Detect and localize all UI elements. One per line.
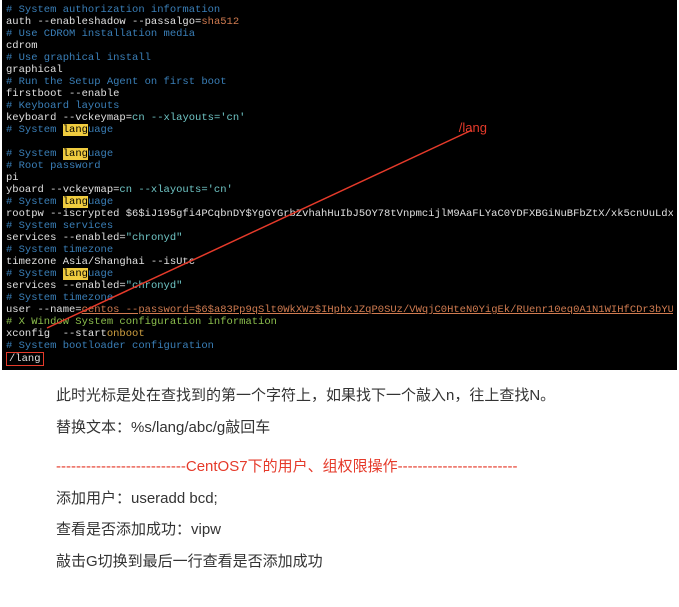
- line-17a: # System: [6, 196, 63, 208]
- terminal-screenshot: # System authorization information auth …: [2, 0, 677, 370]
- line-24b: "chronyd": [126, 280, 183, 292]
- para-1-text: 此时光标是处在查找到的第一个字符上，如果找下一个敲入n，往上查找N。: [56, 387, 555, 404]
- line-15: pi: [6, 172, 19, 184]
- line-14: # Root password: [6, 160, 101, 172]
- line-13a: # System: [6, 148, 63, 160]
- section-head: --------------------------CentOS7下的用户、组权…: [26, 451, 649, 483]
- para-1: 此时光标是处在查找到的第一个字符上，如果找下一个敲入n，往上查找N。: [26, 380, 649, 412]
- line-11b: uage: [88, 124, 113, 136]
- line-23b: uage: [88, 268, 113, 280]
- para-5: 敲击G切换到最后一行查看是否添加成功: [26, 546, 649, 578]
- line-29: # System bootloader configuration: [6, 340, 214, 352]
- line-18: rootpw --iscrypted $6$iJ195gfi4PCqbnDY$Y…: [6, 208, 673, 220]
- para-3: 添加用户：useradd bcd;: [26, 483, 649, 515]
- para-4: 查看是否添加成功：vipw: [26, 514, 649, 546]
- line-28a: xconfig --start: [6, 328, 107, 340]
- line-6: graphical: [6, 64, 63, 76]
- line-7: # Run the Setup Agent on first boot: [6, 76, 227, 88]
- line-1: # System authorization information: [6, 4, 220, 16]
- line-19: # System services: [6, 220, 113, 232]
- search-annotation-label: /lang: [459, 120, 487, 135]
- line-23a: # System: [6, 268, 63, 280]
- line-25: # System timezone: [6, 292, 113, 304]
- line-10b: cn --xlayouts='cn': [132, 112, 245, 124]
- line-22: timezone Asia/Shanghai --isUtc: [6, 256, 195, 268]
- line-9: # Keyboard layouts: [6, 100, 119, 112]
- match-2: lang: [63, 148, 88, 160]
- match-3: lang: [63, 196, 88, 208]
- line-16b: cn --xlayouts='cn': [119, 184, 232, 196]
- line-16a: yboard --vckeymap=: [6, 184, 119, 196]
- match-4: lang: [63, 268, 88, 280]
- article-text: 此时光标是处在查找到的第一个字符上，如果找下一个敲入n，往上查找N。 替换文本：…: [0, 370, 679, 607]
- line-27: # X Window System configuration informat…: [6, 316, 277, 328]
- line-13b: uage: [88, 148, 113, 160]
- line-11a: # System: [6, 124, 63, 136]
- line-28b: onboot: [107, 328, 145, 340]
- line-20b: "chronyd": [126, 232, 183, 244]
- line-21: # System timezone: [6, 244, 113, 256]
- line-20a: services --enabled=: [6, 232, 126, 244]
- blank-line: [6, 136, 12, 148]
- line-5: # Use graphical install: [6, 52, 151, 64]
- line-8: firstboot --enable: [6, 88, 119, 100]
- line-2a: auth --enableshadow --passalgo=: [6, 16, 201, 28]
- line-24a: services --enabled=: [6, 280, 126, 292]
- line-10a: keyboard --vckeymap=: [6, 112, 132, 124]
- line-26a: user --name=: [6, 304, 82, 316]
- line-3: # Use CDROM installation media: [6, 28, 195, 40]
- line-4: cdrom: [6, 40, 38, 52]
- line-26b: centos --password=$6$a83Pp9qSlt0WkXWz$IH…: [82, 304, 673, 316]
- match-1: lang: [63, 124, 88, 136]
- para-2: 替换文本：%s/lang/abc/g敲回车: [26, 412, 649, 444]
- line-2b: sha512: [201, 16, 239, 28]
- line-17b: uage: [88, 196, 113, 208]
- search-input-line: /lang: [6, 352, 44, 366]
